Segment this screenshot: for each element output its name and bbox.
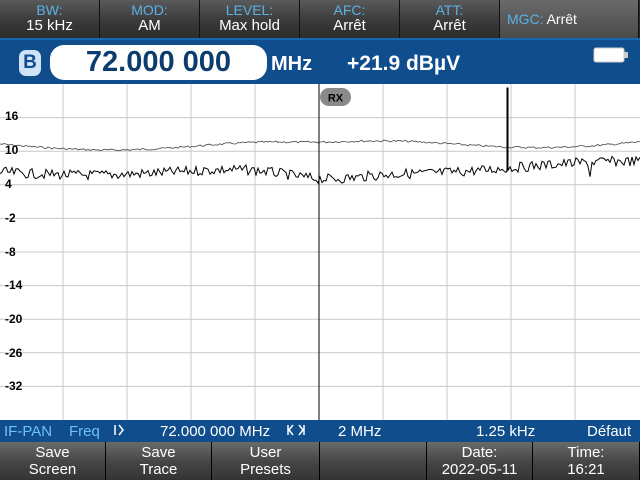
y-tick: -8 bbox=[5, 245, 16, 259]
y-tick: 4 bbox=[5, 177, 12, 191]
y-tick: -2 bbox=[5, 211, 16, 225]
softkey-line2: Presets bbox=[240, 461, 291, 478]
level-readout: +21.9 dBµV bbox=[347, 52, 461, 75]
y-tick: -32 bbox=[5, 379, 23, 393]
bw-value: 15 kHz bbox=[26, 17, 73, 34]
afc-label: AFC: bbox=[333, 2, 366, 18]
mod-value: AM bbox=[138, 17, 161, 34]
softkey-line2: Trace bbox=[139, 461, 178, 478]
grid bbox=[0, 84, 640, 420]
y-tick: -14 bbox=[5, 278, 23, 292]
att-param[interactable]: ATT: Arrêt bbox=[400, 0, 500, 38]
level-param[interactable]: LEVEL: Max hold bbox=[200, 0, 300, 38]
user-presets-button[interactable]: User Presets bbox=[212, 442, 320, 480]
status-bar: IF-PAN Freq 72.000 000 MHz 2 MHz 1.25 kH… bbox=[0, 420, 640, 442]
y-tick: 10 bbox=[5, 143, 19, 157]
bw-label: BW: bbox=[36, 2, 63, 18]
y-tick: -26 bbox=[5, 346, 23, 360]
mod-param[interactable]: MOD: AM bbox=[100, 0, 200, 38]
save-trace-button[interactable]: Save Trace bbox=[106, 442, 212, 480]
date-button[interactable]: Date: 2022-05-11 bbox=[427, 442, 533, 480]
frequency-bar: B 72.000 000 MHz +21.9 dBµV bbox=[0, 38, 640, 84]
spectrum-graph: RX bbox=[0, 84, 640, 420]
freq-label: Freq bbox=[69, 423, 100, 440]
mod-label: MOD: bbox=[131, 2, 168, 18]
level-value: Max hold bbox=[219, 17, 280, 34]
softkey-line1: Time: bbox=[567, 444, 605, 461]
receiver-badge: B bbox=[19, 50, 41, 76]
afc-param[interactable]: AFC: Arrêt bbox=[300, 0, 400, 38]
att-label: ATT: bbox=[435, 2, 464, 18]
center-marker-icon bbox=[113, 423, 129, 441]
mgc-value: Arrêt bbox=[546, 11, 577, 27]
live-trace bbox=[0, 87, 640, 185]
softkey-line1: User bbox=[249, 444, 282, 461]
save-screen-button[interactable]: Save Screen bbox=[0, 442, 106, 480]
parameter-bar: BW: 15 kHz MOD: AM LEVEL: Max hold AFC: … bbox=[0, 0, 640, 38]
bw-param[interactable]: BW: 15 kHz bbox=[0, 0, 100, 38]
softkey-line1: Save bbox=[35, 444, 70, 461]
mgc-label: MGC: bbox=[507, 11, 544, 27]
att-value: Arrêt bbox=[433, 17, 466, 34]
level-label: LEVEL: bbox=[225, 2, 274, 18]
afc-value: Arrêt bbox=[333, 17, 366, 34]
preset-value: Défaut bbox=[587, 423, 632, 440]
spectrum-display[interactable]: RX 16 10 4 -2 -8 -14 -20 -26 -32 bbox=[0, 84, 640, 420]
span-value: 2 MHz bbox=[338, 423, 382, 440]
mode-label: IF-PAN bbox=[4, 423, 53, 440]
center-frequency: 72.000 000 MHz bbox=[160, 423, 271, 440]
softkey-line1: Save bbox=[141, 444, 176, 461]
softkey-line2: Screen bbox=[28, 461, 77, 478]
frequency-unit: MHz bbox=[271, 53, 313, 75]
empty-softkey[interactable] bbox=[320, 442, 427, 480]
softkey-line2: 16:21 bbox=[567, 461, 605, 478]
time-button[interactable]: Time: 16:21 bbox=[533, 442, 640, 480]
y-tick: 16 bbox=[5, 109, 19, 123]
span-marker-icon bbox=[286, 423, 306, 441]
softkey-line2: 2022-05-11 bbox=[441, 461, 518, 478]
softkey-line1: Date: bbox=[461, 444, 498, 461]
y-tick: -20 bbox=[5, 312, 23, 326]
max-hold-trace bbox=[0, 139, 640, 152]
rx-label: RX bbox=[328, 93, 344, 105]
softkey-bar: Save Screen Save Trace User Presets Date… bbox=[0, 442, 640, 480]
rx-marker[interactable]: RX bbox=[320, 88, 351, 106]
frequency-input[interactable]: 72.000 000 bbox=[50, 45, 267, 80]
resolution-value: 1.25 kHz bbox=[476, 423, 536, 440]
battery-icon bbox=[593, 47, 628, 63]
mgc-param[interactable]: MGC: Arrêt bbox=[500, 0, 639, 38]
